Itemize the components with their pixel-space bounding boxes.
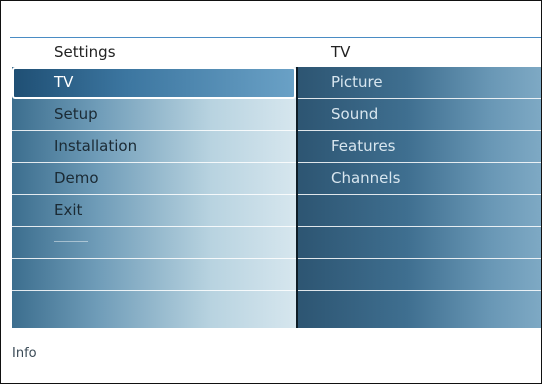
menu-item-label: Exit [54,201,83,219]
info-bar: Info [1,329,541,383]
settings-menu-panel: TV Setup Installation Demo Exit [12,67,296,328]
submenu-item-label: Channels [331,169,401,187]
submenu-item-picture[interactable]: Picture [298,67,541,99]
submenu-item-empty [298,259,541,291]
menu-item-demo[interactable]: Demo [12,163,296,195]
menu-item-label: Demo [54,169,99,187]
submenu-item-empty [298,195,541,227]
tv-column-title: TV [331,43,351,61]
menu-item-tv[interactable]: TV [12,67,296,99]
menu-item-empty [12,259,296,291]
submenu-item-empty [298,291,541,323]
submenu-item-empty [298,227,541,259]
submenu-item-label: Picture [331,73,383,91]
header-divider [10,37,541,38]
tv-submenu-panel: Picture Sound Features Channels [298,67,541,328]
menu-item-label: Installation [54,137,138,155]
settings-column-title: Settings [54,43,116,61]
dimmed-placeholder [54,241,88,242]
submenu-item-features[interactable]: Features [298,131,541,163]
info-label: Info [12,346,37,361]
submenu-item-label: Features [331,137,396,155]
menu-item-exit[interactable]: Exit [12,195,296,227]
menu-item-installation[interactable]: Installation [12,131,296,163]
menu-item-label: TV [54,73,74,91]
tv-menu-screen: Settings TV TV Setup Installation Demo E… [0,0,542,384]
submenu-item-sound[interactable]: Sound [298,99,541,131]
menu-item-empty [12,227,296,259]
submenu-item-channels[interactable]: Channels [298,163,541,195]
menu-item-label: Setup [54,105,98,123]
submenu-item-label: Sound [331,105,379,123]
menu-item-empty [12,291,296,323]
menu-item-setup[interactable]: Setup [12,99,296,131]
